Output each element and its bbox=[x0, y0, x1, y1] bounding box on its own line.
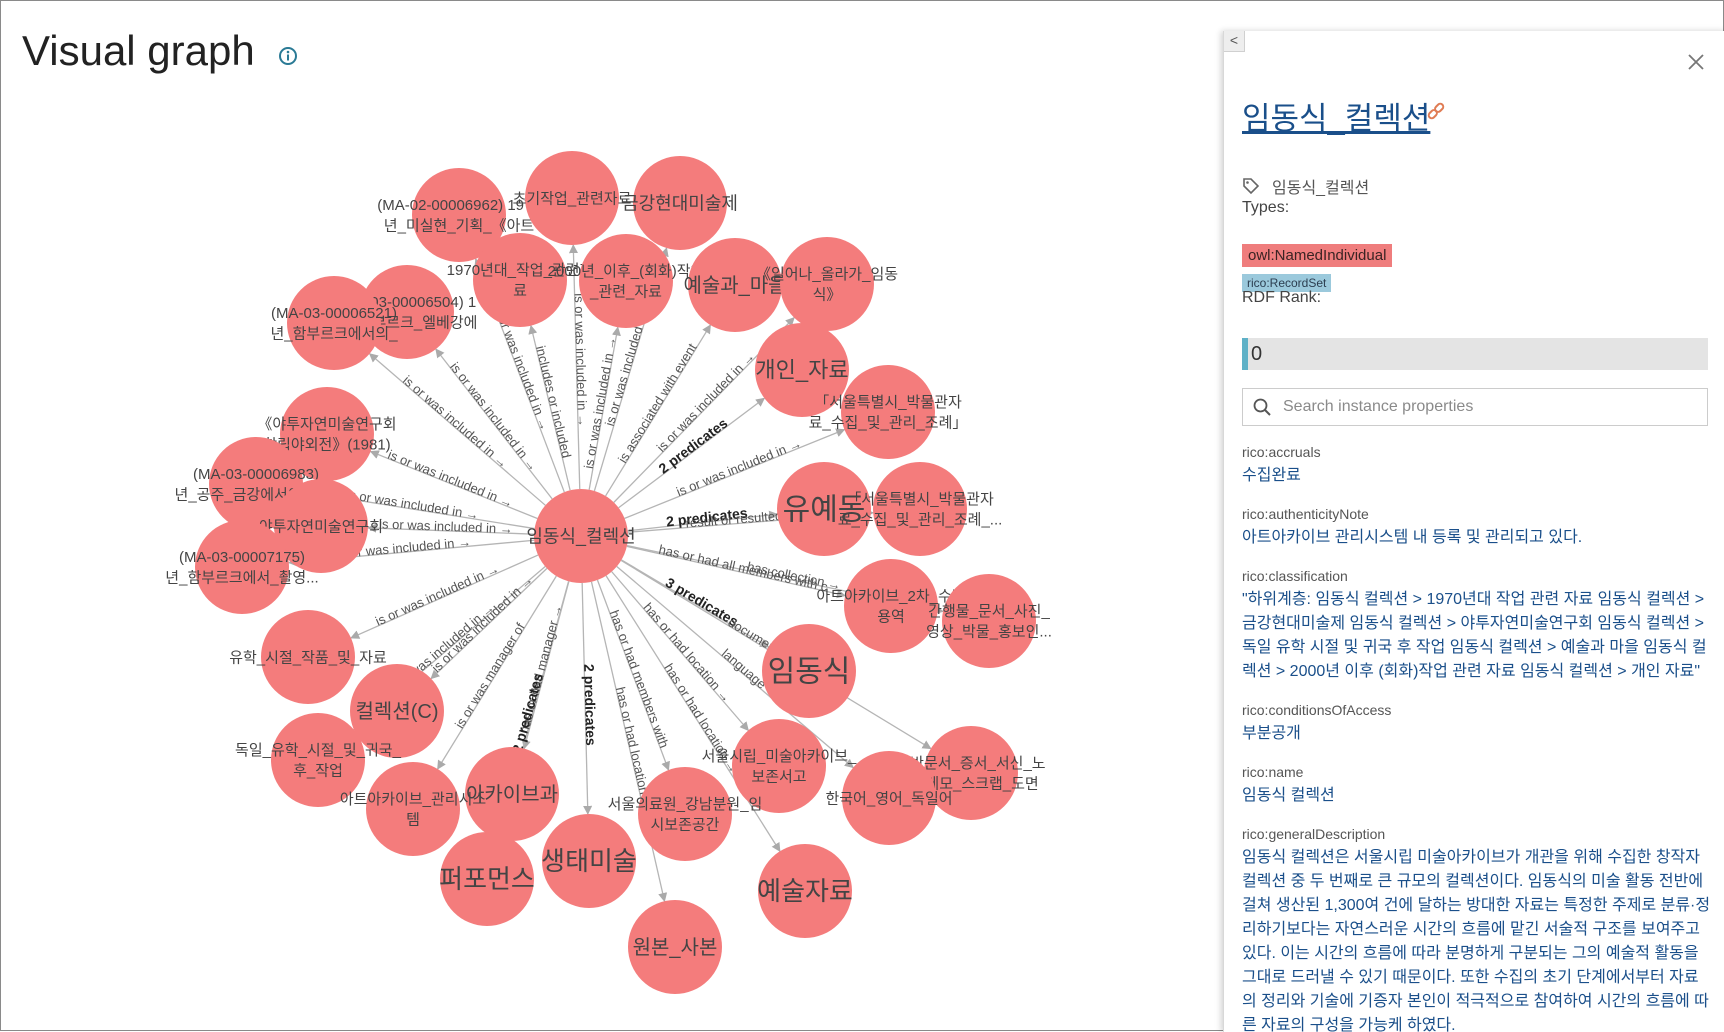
close-icon[interactable] bbox=[1685, 51, 1707, 73]
nodes[interactable]: (MA-02-00006962) 1970 년_미실현_기획_《아트초기작업_관련… bbox=[165, 151, 1052, 994]
property-item: rico:authenticityNote 아트아카이브 관리시스템 내 등록 … bbox=[1242, 506, 1712, 550]
node-label: 퍼포먼스 bbox=[439, 864, 535, 894]
graph-area[interactable]: Visual graph is or was included in → is o… bbox=[1, 1, 1216, 1032]
search-icon bbox=[1253, 398, 1271, 416]
graph-node[interactable]: 금강현대미술제 bbox=[622, 156, 738, 250]
node-label: 예술자료 bbox=[757, 876, 853, 906]
property-name: rico:accruals bbox=[1242, 444, 1321, 460]
property-item: rico:accruals 수집완료 bbox=[1242, 444, 1712, 488]
node-label: 컬렉션(C) bbox=[356, 700, 439, 723]
edge-label: 2 predicates bbox=[581, 664, 599, 746]
property-name: rico:conditionsOfAccess bbox=[1242, 702, 1392, 718]
node-circle[interactable] bbox=[841, 365, 935, 459]
node-label: 금강현대미술제 bbox=[622, 193, 738, 213]
property-value[interactable]: "하위계층: 임동식 컬렉션 > 1970년대 작업 관련 자료 임동식 컬렉션… bbox=[1242, 588, 1712, 684]
property-item: rico:name 임동식 컬렉션 bbox=[1242, 764, 1712, 808]
node-label: 임동식 bbox=[768, 656, 851, 689]
node-circle[interactable] bbox=[844, 559, 938, 653]
type-badge-owl: owl:NamedIndividual bbox=[1242, 244, 1393, 267]
property-list: rico:accruals 수집완료 rico:authenticityNote… bbox=[1242, 444, 1712, 1032]
node-label: 임동식_컬렉션 bbox=[526, 526, 635, 547]
node-circle[interactable] bbox=[287, 276, 381, 370]
node-label: 생태미술 bbox=[541, 846, 637, 876]
property-name: rico:generalDescription bbox=[1242, 826, 1386, 842]
node-circle[interactable] bbox=[579, 234, 673, 328]
property-value[interactable]: 아트아카이브 관리시스템 내 등록 및 관리되고 있다. bbox=[1242, 526, 1712, 550]
graph-node[interactable]: 퍼포먼스 bbox=[439, 832, 535, 926]
graph-node[interactable]: 생태미술 bbox=[541, 814, 637, 908]
types-label: Types: bbox=[1242, 199, 1290, 216]
node-circle[interactable] bbox=[942, 574, 1036, 668]
node-circle[interactable] bbox=[780, 237, 874, 331]
property-item: rico:generalDescription 임동식 컬렉션은 서울시립 미술… bbox=[1242, 826, 1712, 1032]
edge-label: 2 predicates bbox=[509, 671, 546, 754]
edge-label: language bbox=[719, 646, 769, 692]
link-icon[interactable] bbox=[1426, 101, 1446, 121]
edge-label: is or was included in → bbox=[572, 293, 591, 427]
graph-node[interactable]: 원본_사본 bbox=[628, 900, 722, 994]
property-item: rico:classification "하위계층: 임동식 컬렉션 > 197… bbox=[1242, 568, 1712, 684]
property-value[interactable]: 임동식 컬렉션은 서울시립 미술아카이브가 개관을 위해 수집한 창작자 컬렉션… bbox=[1242, 846, 1712, 1032]
rdf-rank-label: RDF Rank: bbox=[1242, 289, 1322, 306]
node-label: 초기작업_관련자료 bbox=[513, 190, 632, 207]
node-circle[interactable] bbox=[195, 520, 289, 614]
node-label: 원본_사본 bbox=[633, 936, 718, 959]
property-value[interactable]: 수집완료 bbox=[1242, 464, 1712, 488]
property-name: rico:classification bbox=[1242, 568, 1348, 584]
search-input[interactable] bbox=[1281, 397, 1665, 417]
property-item: rico:conditionsOfAccess 부분공개 bbox=[1242, 702, 1712, 746]
node-label: 야투자연미술연구회 bbox=[259, 518, 383, 535]
details-panel: < 임동식_컬렉션 임동식_컬렉션 Types: owl:NamedIndivi… bbox=[1223, 31, 1724, 1032]
graph-node[interactable]: 임동식 bbox=[762, 624, 856, 718]
property-name: rico:name bbox=[1242, 764, 1304, 780]
node-label: 한국어_영어_독일어 bbox=[825, 790, 952, 807]
property-value[interactable]: 임동식 컬렉션 bbox=[1242, 784, 1712, 808]
node-label: 유학_시절_작품_및_자료 bbox=[229, 649, 387, 666]
graph-node[interactable]: 예술자료 bbox=[757, 844, 853, 938]
tag-label: 임동식_컬렉션 bbox=[1272, 180, 1370, 197]
graph-canvas[interactable]: is or was included in → is or was include… bbox=[1, 1, 1216, 1032]
tag-row: 임동식_컬렉션 bbox=[1242, 174, 1369, 198]
tag-icon bbox=[1243, 178, 1260, 195]
graph-node[interactable]: 유예동 bbox=[777, 462, 871, 556]
edge-label: is or was included in → bbox=[379, 516, 513, 536]
entity-title-link[interactable]: 임동식_컬렉션 bbox=[1242, 93, 1430, 138]
node-circle[interactable] bbox=[366, 762, 460, 856]
rdf-rank-value: 0 bbox=[1242, 338, 1708, 370]
node-circle[interactable] bbox=[638, 767, 732, 861]
property-search[interactable] bbox=[1242, 388, 1708, 426]
graph-node[interactable]: 예술과_마을 bbox=[683, 238, 787, 332]
node-circle[interactable] bbox=[873, 462, 967, 556]
node-label: 개인_자료 bbox=[755, 358, 848, 383]
property-value[interactable]: 부분공개 bbox=[1242, 722, 1712, 746]
collapse-panel-button[interactable]: < bbox=[1224, 31, 1245, 52]
property-name: rico:authenticityNote bbox=[1242, 506, 1369, 522]
